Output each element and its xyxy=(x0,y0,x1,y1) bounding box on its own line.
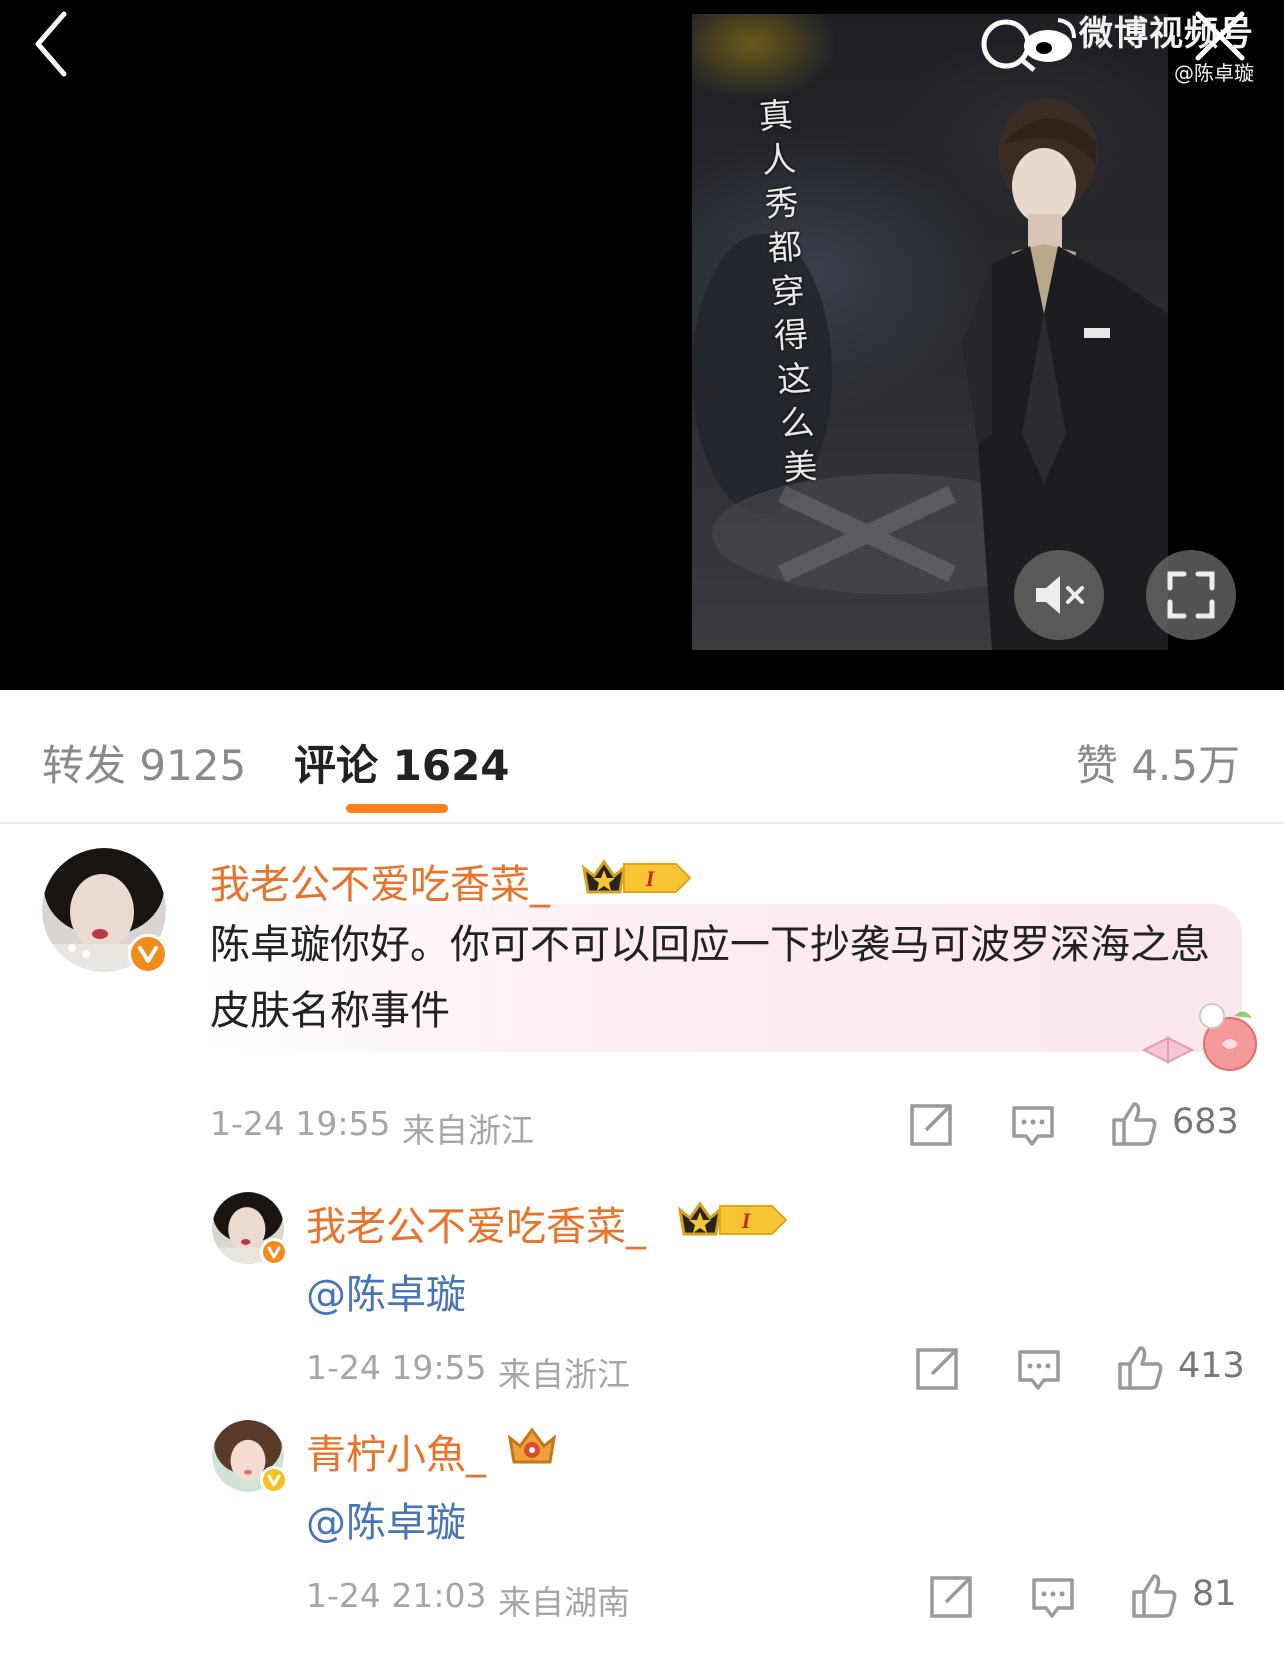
back-button[interactable] xyxy=(28,8,98,78)
close-icon[interactable] xyxy=(1192,8,1248,64)
mention-link[interactable]: @陈卓璇 xyxy=(306,1490,466,1548)
vip-crown-badge-icon: I xyxy=(677,1201,788,1236)
like-count: 413 xyxy=(1178,1346,1245,1386)
verified-badge xyxy=(260,1466,288,1494)
mute-button[interactable] xyxy=(1014,550,1104,640)
tab-bar: 转发 9125 评论 1624 赞 4.5万 xyxy=(0,690,1284,824)
username[interactable]: 青柠小魚_ xyxy=(306,1422,486,1480)
comment-icon[interactable] xyxy=(1016,1346,1062,1392)
comment-icon[interactable] xyxy=(1010,1102,1056,1148)
fullscreen-button[interactable] xyxy=(1146,550,1236,640)
vip-crown-badge-icon: I xyxy=(581,859,692,894)
comment-date: 1-24 21:03 xyxy=(306,1576,487,1615)
like-thumb-icon[interactable] xyxy=(1130,1572,1178,1620)
tab-active-indicator xyxy=(346,804,448,813)
video-player[interactable]: 真人秀都穿得这么美 微博视频号 @陈卓璇 xyxy=(0,0,1284,690)
like-count: 81 xyxy=(1192,1574,1237,1614)
verified-badge xyxy=(128,934,168,974)
fullscreen-icon xyxy=(1167,571,1215,619)
repost-icon[interactable] xyxy=(908,1102,954,1148)
comment-location: 来自浙江 xyxy=(498,1355,630,1394)
username[interactable]: 我老公不爱吃香菜_ xyxy=(306,1194,646,1252)
avatar[interactable] xyxy=(212,1192,288,1266)
verified-v-icon xyxy=(267,1246,281,1259)
tab-comments[interactable]: 评论 1624 xyxy=(294,732,510,793)
like-count: 683 xyxy=(1172,1102,1239,1142)
tab-likes[interactable]: 赞 4.5万 xyxy=(1076,732,1240,793)
repost-icon[interactable] xyxy=(914,1346,960,1392)
crown-badge-icon xyxy=(507,1427,557,1464)
comment-location: 来自湖南 xyxy=(498,1583,630,1622)
tab-repost[interactable]: 转发 9125 xyxy=(42,732,246,793)
comment-location: 来自浙江 xyxy=(402,1111,534,1150)
back-arrow-icon xyxy=(35,11,67,77)
repost-icon[interactable] xyxy=(928,1574,974,1620)
mention-link[interactable]: @陈卓璇 xyxy=(306,1262,466,1320)
comment-date: 1-24 19:55 xyxy=(210,1104,391,1143)
username[interactable]: 我老公不爱吃香菜_ xyxy=(210,852,550,910)
comment-text: 陈卓璇你好。你可不可以回应一下抄袭马可波罗深海之息皮肤名称事件 xyxy=(210,922,1210,1034)
avatar[interactable] xyxy=(212,1420,288,1494)
vip-level-text: I xyxy=(741,1208,752,1233)
verified-v-icon xyxy=(267,1474,281,1487)
weibo-logo-icon xyxy=(981,18,1076,72)
verified-v-icon xyxy=(138,946,158,963)
comment-icon[interactable] xyxy=(1030,1574,1076,1620)
like-thumb-icon[interactable] xyxy=(1110,1100,1158,1148)
speaker-muted-icon xyxy=(1036,576,1084,614)
like-thumb-icon[interactable] xyxy=(1116,1344,1164,1392)
comment-date: 1-24 19:55 xyxy=(306,1348,487,1387)
avatar[interactable] xyxy=(42,848,168,974)
vip-level-text: I xyxy=(645,866,656,891)
verified-badge xyxy=(260,1238,288,1266)
